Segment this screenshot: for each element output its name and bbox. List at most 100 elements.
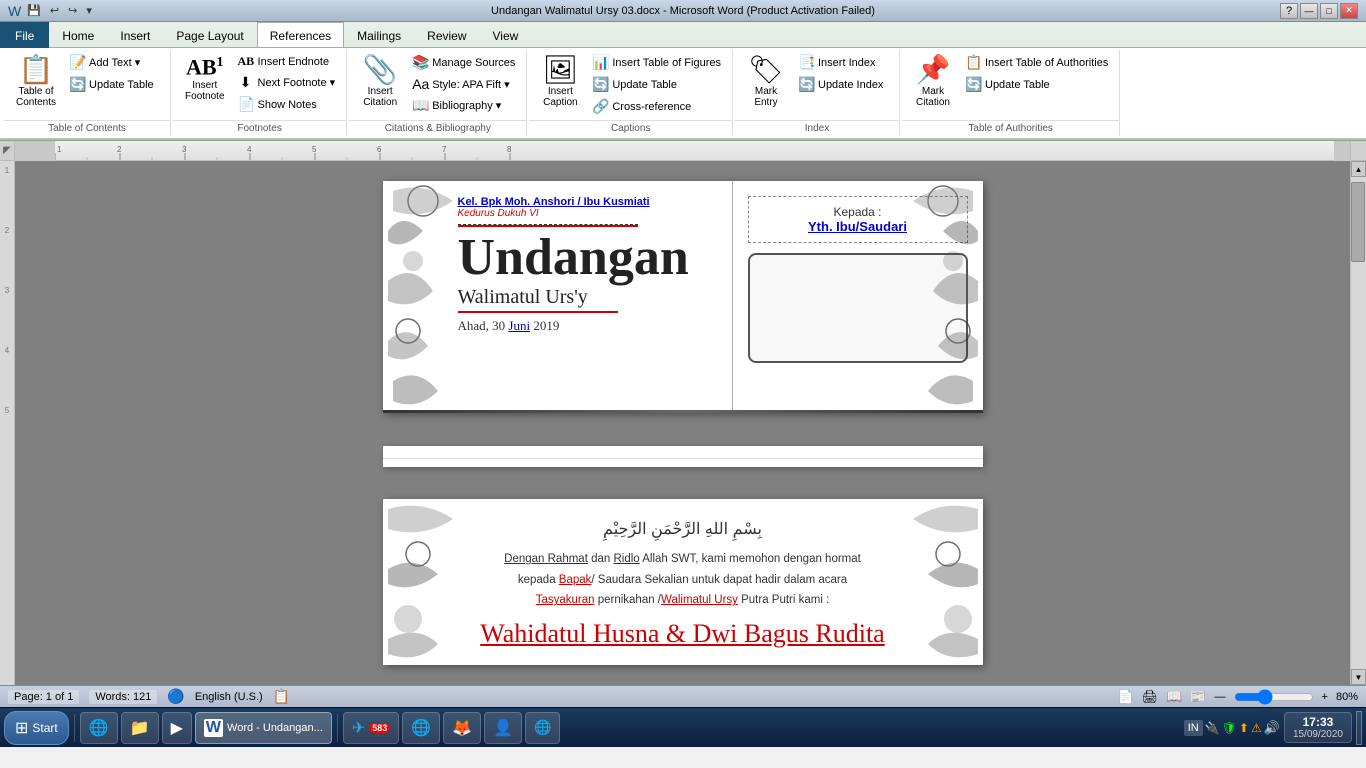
update-table-captions-button[interactable]: 🔄 Update Table	[587, 74, 726, 95]
captions-group-label: Captions	[529, 120, 732, 134]
redo-qa-btn[interactable]: ↪	[65, 3, 80, 18]
insert-toa-button[interactable]: 📋 Insert Table of Authorities	[960, 52, 1113, 73]
close-btn[interactable]: ✕	[1340, 3, 1358, 19]
insert-footnote-icon: AB1	[186, 56, 224, 78]
taskbar-ie[interactable]: 🌐	[80, 712, 118, 744]
style-dropdown[interactable]: Aa Style: APA Fift ▾	[407, 74, 520, 94]
taskbar-word[interactable]: W Word - Undangan...	[195, 712, 332, 744]
insert-index-button[interactable]: 📑 Insert Index	[793, 52, 893, 73]
floral-right-decor	[903, 181, 983, 413]
undo-qa-btn[interactable]: ↩	[47, 3, 62, 18]
bibliography-label: Bibliography ▾	[432, 99, 501, 112]
mark-entry-button[interactable]: 🏷 MarkEntry	[741, 52, 791, 112]
taskbar-chrome[interactable]: 🌐	[402, 712, 440, 744]
ribbon-content: 📋 Table ofContents 📝 Add Text ▾ 🔄 Update…	[0, 48, 1366, 140]
insert-table-figures-button[interactable]: 📊 Insert Table of Figures	[587, 52, 726, 73]
tray-icons: IN 🔌 🛡 ⬆ ⚠ 🔊	[1184, 720, 1280, 736]
show-notes-icon: 📄	[238, 96, 254, 113]
manage-sources-button[interactable]: 📚 Manage Sources	[407, 52, 520, 73]
view-print-btn[interactable]: 📄	[1117, 689, 1133, 705]
scroll-thumb[interactable]	[1351, 182, 1365, 262]
minimize-btn[interactable]: —	[1300, 3, 1318, 19]
document-page-gap-2	[383, 446, 983, 467]
toc-group-label: Table of Contents	[4, 120, 170, 134]
start-label: Start	[32, 721, 57, 735]
document-area[interactable]: Kel. Bpk Moh. Anshori / Ibu Kusmiati Ked…	[15, 161, 1350, 685]
help-btn[interactable]: ?	[1280, 3, 1298, 19]
view-outline-btn[interactable]: 📰	[1190, 689, 1206, 705]
maximize-btn[interactable]: □	[1320, 3, 1338, 19]
tab-references[interactable]: References	[257, 22, 344, 47]
page1-content: Kel. Bpk Moh. Anshori / Ibu Kusmiati Ked…	[383, 181, 983, 413]
update-icon: ⬆	[1239, 721, 1249, 735]
taskbar-media[interactable]: ▶	[162, 712, 192, 744]
chrome-icon: 🌐	[411, 718, 431, 738]
page3-content: بِسْمِ اللهِ الرَّحْمَنِ الرَّحِيْمِ Den…	[383, 499, 983, 665]
cross-reference-button[interactable]: 🔗 Cross-reference	[587, 96, 726, 117]
ruler-corner: ◤	[0, 141, 15, 161]
taskbar-app[interactable]: 👤	[484, 712, 522, 744]
invite-line2: kepada Bapak/ Saudara Sekalian untuk dap…	[518, 574, 847, 586]
tab-page-layout[interactable]: Page Layout	[163, 24, 256, 47]
mark-entry-icon: 🏷	[748, 56, 784, 84]
zoom-in-btn[interactable]: +	[1322, 691, 1328, 703]
insert-citation-icon: 📎	[363, 56, 398, 84]
update-table-auth-button[interactable]: 🔄 Update Table	[960, 74, 1113, 95]
volume-icon[interactable]: 🔊	[1264, 720, 1280, 736]
cross-ref-icon: 🔗	[592, 98, 608, 115]
tab-insert[interactable]: Insert	[107, 24, 163, 47]
scroll-down-button[interactable]: ▼	[1351, 669, 1366, 685]
insert-caption-button[interactable]: 🖼 InsertCaption	[535, 52, 585, 112]
date-prefix: Ahad, 30	[458, 318, 509, 333]
show-desktop-btn[interactable]	[1356, 711, 1362, 745]
insert-footnote-button[interactable]: AB1 InsertFootnote	[179, 52, 230, 106]
tab-file[interactable]: File	[0, 22, 49, 48]
words-status: Words: 121	[89, 690, 157, 704]
date-text: Ahad, 30 Juni 2019	[458, 318, 712, 334]
zoom-slider[interactable]	[1234, 691, 1314, 703]
date-year: 2019	[530, 318, 559, 333]
bibliography-button[interactable]: 📖 Bibliography ▾	[407, 95, 520, 116]
add-text-button[interactable]: 📝 Add Text ▾	[64, 52, 164, 73]
scroll-track[interactable]	[1351, 177, 1366, 669]
qa-dropdown[interactable]: ▾	[83, 3, 95, 18]
update-index-button[interactable]: 🔄 Update Index	[793, 74, 893, 95]
taskbar-explorer[interactable]: 📁	[121, 712, 159, 744]
telegram-icon: ✈	[352, 718, 365, 738]
taskbar-firefox[interactable]: 🦊	[443, 712, 481, 744]
insert-endnote-button[interactable]: AB Insert Endnote	[233, 52, 341, 71]
insert-citation-button[interactable]: 📎 InsertCitation	[355, 52, 405, 112]
tab-view[interactable]: View	[480, 24, 532, 47]
status-right: 📄 🖨 📖 📰 — + 80%	[1117, 689, 1358, 705]
scroll-up-button[interactable]: ▲	[1351, 161, 1366, 177]
index-group-label: Index	[735, 120, 899, 134]
sender-name: Kel. Bpk Moh. Anshori / Ibu Kusmiati	[458, 196, 712, 208]
update-table-auth-icon: 🔄	[965, 76, 981, 93]
taskbar-telegram[interactable]: ✈ 583	[343, 712, 399, 744]
couple-names-text: Wahidatul Husna & Dwi Bagus Rudita	[480, 619, 884, 648]
vertical-scrollbar[interactable]: ▲ ▼	[1350, 161, 1366, 685]
view-fullscreen-btn[interactable]: 🖨	[1142, 689, 1159, 705]
document-page-1: Kel. Bpk Moh. Anshori / Ibu Kusmiati Ked…	[383, 181, 983, 413]
tab-mailings[interactable]: Mailings	[344, 24, 414, 47]
show-notes-button[interactable]: 📄 Show Notes	[233, 94, 341, 115]
zoom-out-btn[interactable]: —	[1215, 691, 1226, 703]
update-table-toc-button[interactable]: 🔄 Update Table	[64, 74, 164, 95]
date-month: Juni	[508, 318, 530, 333]
update-table-captions-icon: 🔄	[592, 76, 608, 93]
mark-entry-label: MarkEntry	[754, 86, 777, 108]
taskbar-network[interactable]: 🌐	[525, 712, 560, 744]
start-button[interactable]: ⊞ Start	[4, 711, 69, 745]
keyboard-indicator: IN	[1184, 720, 1203, 736]
next-footnote-button[interactable]: ⬇ Next Footnote ▾	[233, 72, 341, 93]
table-of-contents-button[interactable]: 📋 Table ofContents	[10, 52, 62, 112]
mark-citation-button[interactable]: 📌 MarkCitation	[908, 52, 958, 112]
save-qa-btn[interactable]: 💾	[24, 3, 44, 18]
citations-group-label: Citations & Bibliography	[349, 120, 526, 134]
view-web-btn[interactable]: 📖	[1166, 689, 1182, 705]
group-authorities: 📌 MarkCitation 📋 Insert Table of Authori…	[902, 50, 1120, 136]
vertical-ruler: 1 2 3 4 5	[0, 161, 15, 685]
tab-review[interactable]: Review	[414, 24, 479, 47]
insert-tof-label: Insert Table of Figures	[612, 57, 721, 69]
tab-home[interactable]: Home	[49, 24, 107, 47]
